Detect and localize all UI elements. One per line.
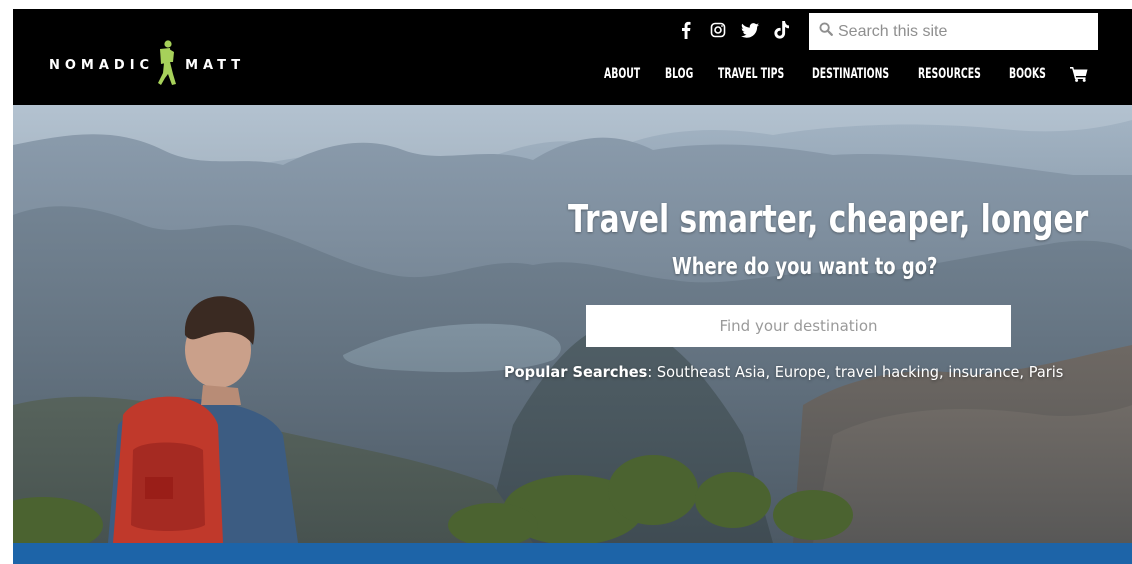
tiktok-icon[interactable] [773,21,791,39]
nav-blog[interactable]: Blog [665,66,693,82]
logo-word-left: NOMADIC [49,57,155,73]
hiker-logo-icon [156,39,178,91]
nav-travel-tips[interactable]: Travel Tips [718,66,784,82]
site-header: NOMADIC MATT Search this site ABOUT BLOG… [13,9,1132,105]
popular-search-link[interactable]: Paris [1029,363,1064,381]
logo-word-right: MATT [185,57,246,73]
hero-title: Travel smarter, cheaper, longer [568,197,1089,241]
nav-books[interactable]: Books [1009,66,1046,82]
accent-bar [13,543,1132,564]
page: NOMADIC MATT Search this site ABOUT BLOG… [13,9,1132,564]
search-icon [819,22,833,41]
hero-subtitle: Where do you want to go? [672,254,938,280]
twitter-icon[interactable] [741,21,759,39]
popular-search-link[interactable]: travel hacking [835,363,939,381]
nav-destinations[interactable]: Destinations [812,66,889,82]
popular-search-link[interactable]: Europe [775,363,826,381]
popular-search-link[interactable]: Southeast Asia [657,363,766,381]
popular-searches-label: Popular Searches [504,363,648,381]
instagram-icon[interactable] [709,21,727,39]
facebook-icon[interactable] [677,21,695,39]
popular-searches: Popular Searches: Southeast Asia, Europe… [504,363,1064,381]
logo[interactable]: NOMADIC MATT [49,39,245,91]
main-nav: About Blog Travel Tips Destinations Reso… [604,64,1088,84]
destination-search-input[interactable] [586,305,1011,347]
nav-resources[interactable]: Resources [918,66,981,82]
site-search-box[interactable] [809,13,1098,50]
hero-banner: Travel smarter, cheaper, longer Where do… [13,105,1132,543]
social-links [677,15,791,45]
popular-search-link[interactable]: insurance [948,363,1019,381]
nav-about[interactable]: About [604,66,640,82]
cart-icon[interactable] [1070,66,1088,82]
site-search-input[interactable] [838,22,1088,41]
